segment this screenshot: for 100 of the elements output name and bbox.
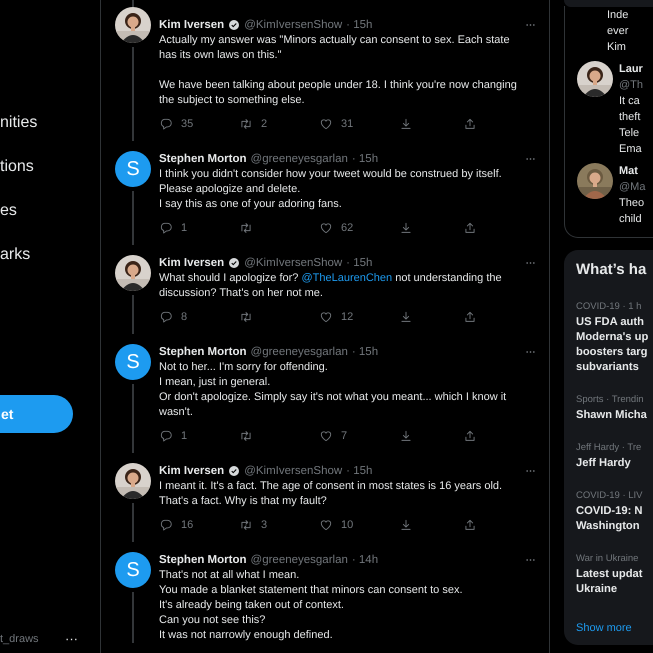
nav-item[interactable]: arks (0, 245, 100, 289)
like-button[interactable]: 31 (319, 116, 354, 132)
retweet-icon (239, 429, 253, 443)
reply-button[interactable]: 8 (159, 308, 188, 326)
reply-button[interactable]: 35 (159, 116, 194, 132)
trend-title[interactable]: US FDA auth (576, 314, 653, 330)
author-name[interactable]: Stephen Morton (159, 151, 247, 167)
tweet-text: I think you didn't consider how your tweet would be construed by itself. Please apologize and delete. I say this as one of your adoring fans. (159, 167, 503, 212)
mention-link[interactable]: @TheLaurenChen (301, 272, 392, 284)
action-count: 8 (181, 310, 188, 325)
trend-title[interactable]: Ukraine (576, 582, 653, 596)
heart-icon (319, 117, 333, 131)
share-button[interactable] (463, 117, 477, 131)
author-name[interactable]: Stephen Morton (159, 552, 247, 568)
author-handle[interactable]: @greeneyesgarlan (250, 151, 348, 167)
account-name[interactable]: Laur (619, 61, 644, 77)
author-name[interactable]: Stephen Morton (159, 344, 247, 360)
nav-item[interactable]: nities (0, 113, 100, 157)
share-button[interactable] (463, 221, 477, 235)
tweet-time[interactable]: · 15h (346, 17, 372, 33)
bio-text: ever (607, 24, 628, 39)
author-handle[interactable]: @KimIversenShow (244, 255, 342, 271)
trend-title[interactable]: subvariants (576, 360, 653, 374)
retweet-button[interactable]: 2 (239, 116, 268, 132)
like-button[interactable]: 7 (319, 428, 348, 444)
action-count: 16 (181, 518, 194, 533)
reply-button[interactable]: 1 (159, 428, 188, 444)
bio-text: child (619, 212, 643, 227)
trend-title[interactable]: COVID-19: N (576, 504, 653, 518)
speech-bubble-icon (159, 117, 173, 131)
avatar: S (115, 151, 151, 187)
trend-title[interactable]: boosters targ (576, 344, 653, 360)
reply-button[interactable]: 16 (159, 516, 194, 534)
heart-icon (319, 221, 333, 235)
trend-category: COVID-19 · 1 h (576, 300, 642, 312)
author-handle[interactable]: @KimIversenShow (244, 17, 342, 33)
share-icon (463, 221, 477, 235)
bio-text: Theo (619, 196, 646, 211)
author-handle[interactable]: @greeneyesgarlan (250, 344, 348, 360)
tweet-time[interactable]: · 15h (352, 151, 378, 167)
author-name[interactable]: Kim Iversen (159, 463, 224, 479)
down-arrow-icon (399, 429, 413, 443)
bio-text: Kim (607, 40, 627, 55)
author-handle[interactable]: @KimIversenShow (244, 463, 342, 479)
nav-item[interactable]: es (0, 201, 100, 245)
speech-bubble-icon (159, 221, 173, 235)
download-button[interactable] (399, 429, 413, 443)
reply-button[interactable]: 1 (159, 220, 188, 236)
trend-title[interactable]: Latest updat (576, 566, 653, 582)
bio-text: Tele (619, 126, 640, 141)
bio-text: Inde (607, 8, 628, 23)
share-button[interactable] (463, 518, 477, 532)
retweet-button[interactable]: 3 (239, 516, 268, 534)
tweet-time[interactable]: · 15h (352, 344, 378, 360)
tweet-text: What should I apologize for? @TheLaurenChen not understanding the discussion? That's on her not me. (159, 271, 503, 301)
download-button[interactable] (399, 518, 413, 532)
trend-title[interactable]: Shawn Micha (576, 408, 653, 422)
trend-category: Jeff Hardy · Tre (576, 440, 642, 454)
retweet-button[interactable] (239, 429, 253, 443)
author-handle[interactable]: @greeneyesgarlan (250, 552, 348, 568)
tweet-time[interactable]: · 15h (346, 255, 372, 271)
account-handle[interactable]: @Th (619, 77, 644, 93)
account-name[interactable]: Mat (619, 163, 646, 179)
trend-title[interactable]: Moderna's up (576, 330, 653, 344)
action-count: 1 (181, 220, 188, 236)
download-button[interactable] (399, 221, 413, 235)
author-name[interactable]: Kim Iversen (159, 17, 224, 33)
download-button[interactable] (399, 310, 413, 324)
heart-icon (319, 429, 333, 443)
bio-text: Ema (619, 142, 643, 157)
speech-bubble-icon (159, 429, 173, 443)
like-button[interactable]: 12 (319, 308, 354, 326)
tweet-time[interactable]: · 14h (352, 552, 378, 568)
trend-category: COVID-19 · LIV (576, 488, 644, 502)
action-count: 10 (341, 518, 354, 533)
retweet-button[interactable] (239, 221, 253, 235)
more-button[interactable]: ··· (65, 632, 78, 646)
author-name[interactable]: Kim Iversen (159, 255, 224, 271)
trend-category: War in Ukraine (576, 552, 640, 564)
share-icon (463, 518, 477, 532)
down-arrow-icon (399, 518, 413, 532)
action-count: 35 (181, 116, 194, 132)
like-button[interactable]: 10 (319, 516, 354, 534)
trend-title[interactable]: Jeff Hardy (576, 456, 653, 470)
action-count: 3 (261, 518, 268, 533)
download-button[interactable] (399, 117, 413, 131)
nav-item[interactable]: tions (0, 157, 100, 201)
tweet-time[interactable]: · 15h (346, 463, 372, 479)
share-button[interactable] (463, 310, 477, 324)
like-button[interactable]: 62 (319, 220, 354, 236)
share-icon (463, 429, 477, 443)
share-button[interactable] (463, 429, 477, 443)
tweet-button[interactable]: et (0, 395, 73, 433)
action-count: 31 (341, 116, 354, 132)
action-count: 12 (341, 310, 354, 325)
retweet-button[interactable] (239, 310, 253, 324)
trend-title[interactable]: Washington (576, 518, 653, 534)
show-more-link[interactable]: Show more (576, 622, 632, 634)
account-handle[interactable]: @Ma (619, 179, 646, 195)
action-count: 62 (341, 220, 354, 236)
